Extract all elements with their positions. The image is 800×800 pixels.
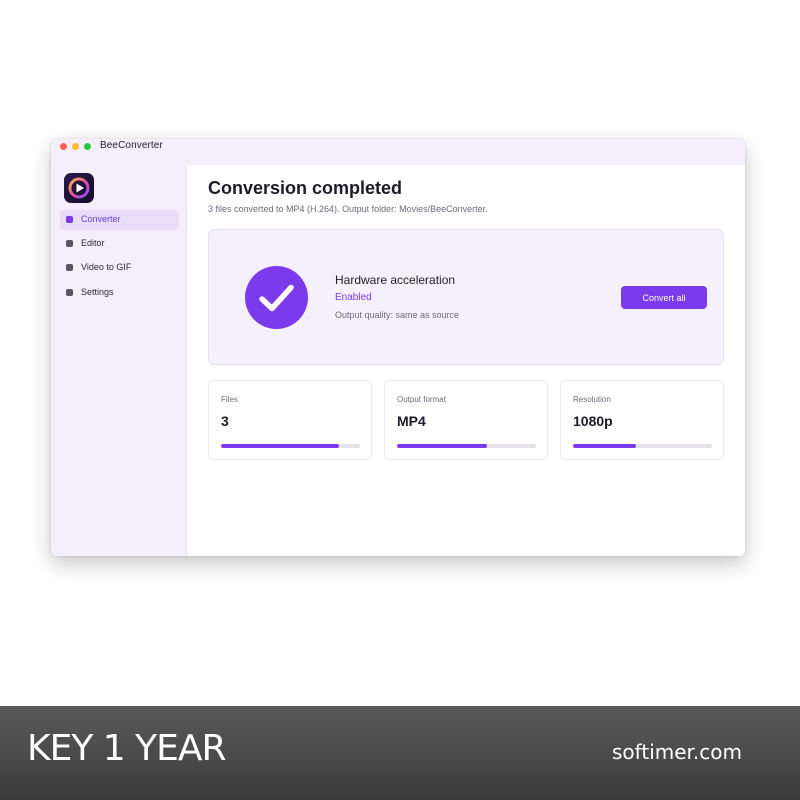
stat-value: MP4 [397,413,426,429]
progress-fill [397,444,488,448]
stat-value: 3 [221,413,229,429]
editor-icon [66,240,73,247]
stat-label: Resolution [573,395,611,404]
settings-icon [66,289,73,296]
stat-label: Files [221,395,238,404]
beeconverter-logo-icon [64,173,94,203]
progress-fill [573,444,636,448]
converter-icon [66,216,73,223]
license-banner: KEY 1 YEAR softimer.com [0,706,800,800]
output-quality-text: Output quality: same as source [335,310,460,320]
stat-card-resolution: Resolution 1080p [560,380,724,460]
progress-fill [221,444,340,448]
stat-card-files: Files 3 [208,380,372,460]
main-content: Conversion completed 3 files converted t… [188,165,745,556]
page-title: Conversion completed [208,178,403,198]
app-title: BeeConverter [100,140,163,151]
stat-value: 1080p [573,413,613,429]
hardware-acceleration-title: Hardware acceleration [335,273,456,287]
progress-bar [573,444,712,448]
title-bar: BeeConverter [51,139,745,165]
progress-bar [221,444,360,448]
stat-label: Output format [397,395,446,404]
sidebar-item-video-to-gif[interactable]: Video to GIF [60,258,179,278]
progress-bar [397,444,536,448]
zoom-window-button[interactable] [84,143,91,150]
sidebar-item-editor[interactable]: Editor [60,234,179,254]
close-window-button[interactable] [60,143,67,150]
checkmark-icon [245,266,308,329]
page-subtitle: 3 files converted to MP4 (H.264). Output… [208,204,488,214]
stat-card-output-format: Output format MP4 [384,380,548,460]
minimize-window-button[interactable] [72,143,79,150]
hardware-acceleration-status: Enabled [335,292,372,303]
sidebar-item-converter[interactable]: Converter [60,210,179,230]
app-window: BeeConverter Converter Editor Video to G… [51,139,745,556]
banner-title: KEY 1 YEAR [27,728,227,769]
banner-site: softimer.com [612,740,742,764]
status-card: Hardware acceleration Enabled Output qua… [208,229,724,365]
sidebar-item-settings[interactable]: Settings [60,283,179,303]
sidebar-item-label: Video to GIF [81,262,132,272]
sidebar-item-label: Editor [81,238,105,248]
gif-icon [66,264,73,271]
sidebar-item-label: Settings [81,287,114,297]
sidebar-item-label: Converter [81,214,121,224]
sidebar: Converter Editor Video to GIF Settings [51,165,187,556]
convert-all-button[interactable]: Convert all [621,286,707,309]
